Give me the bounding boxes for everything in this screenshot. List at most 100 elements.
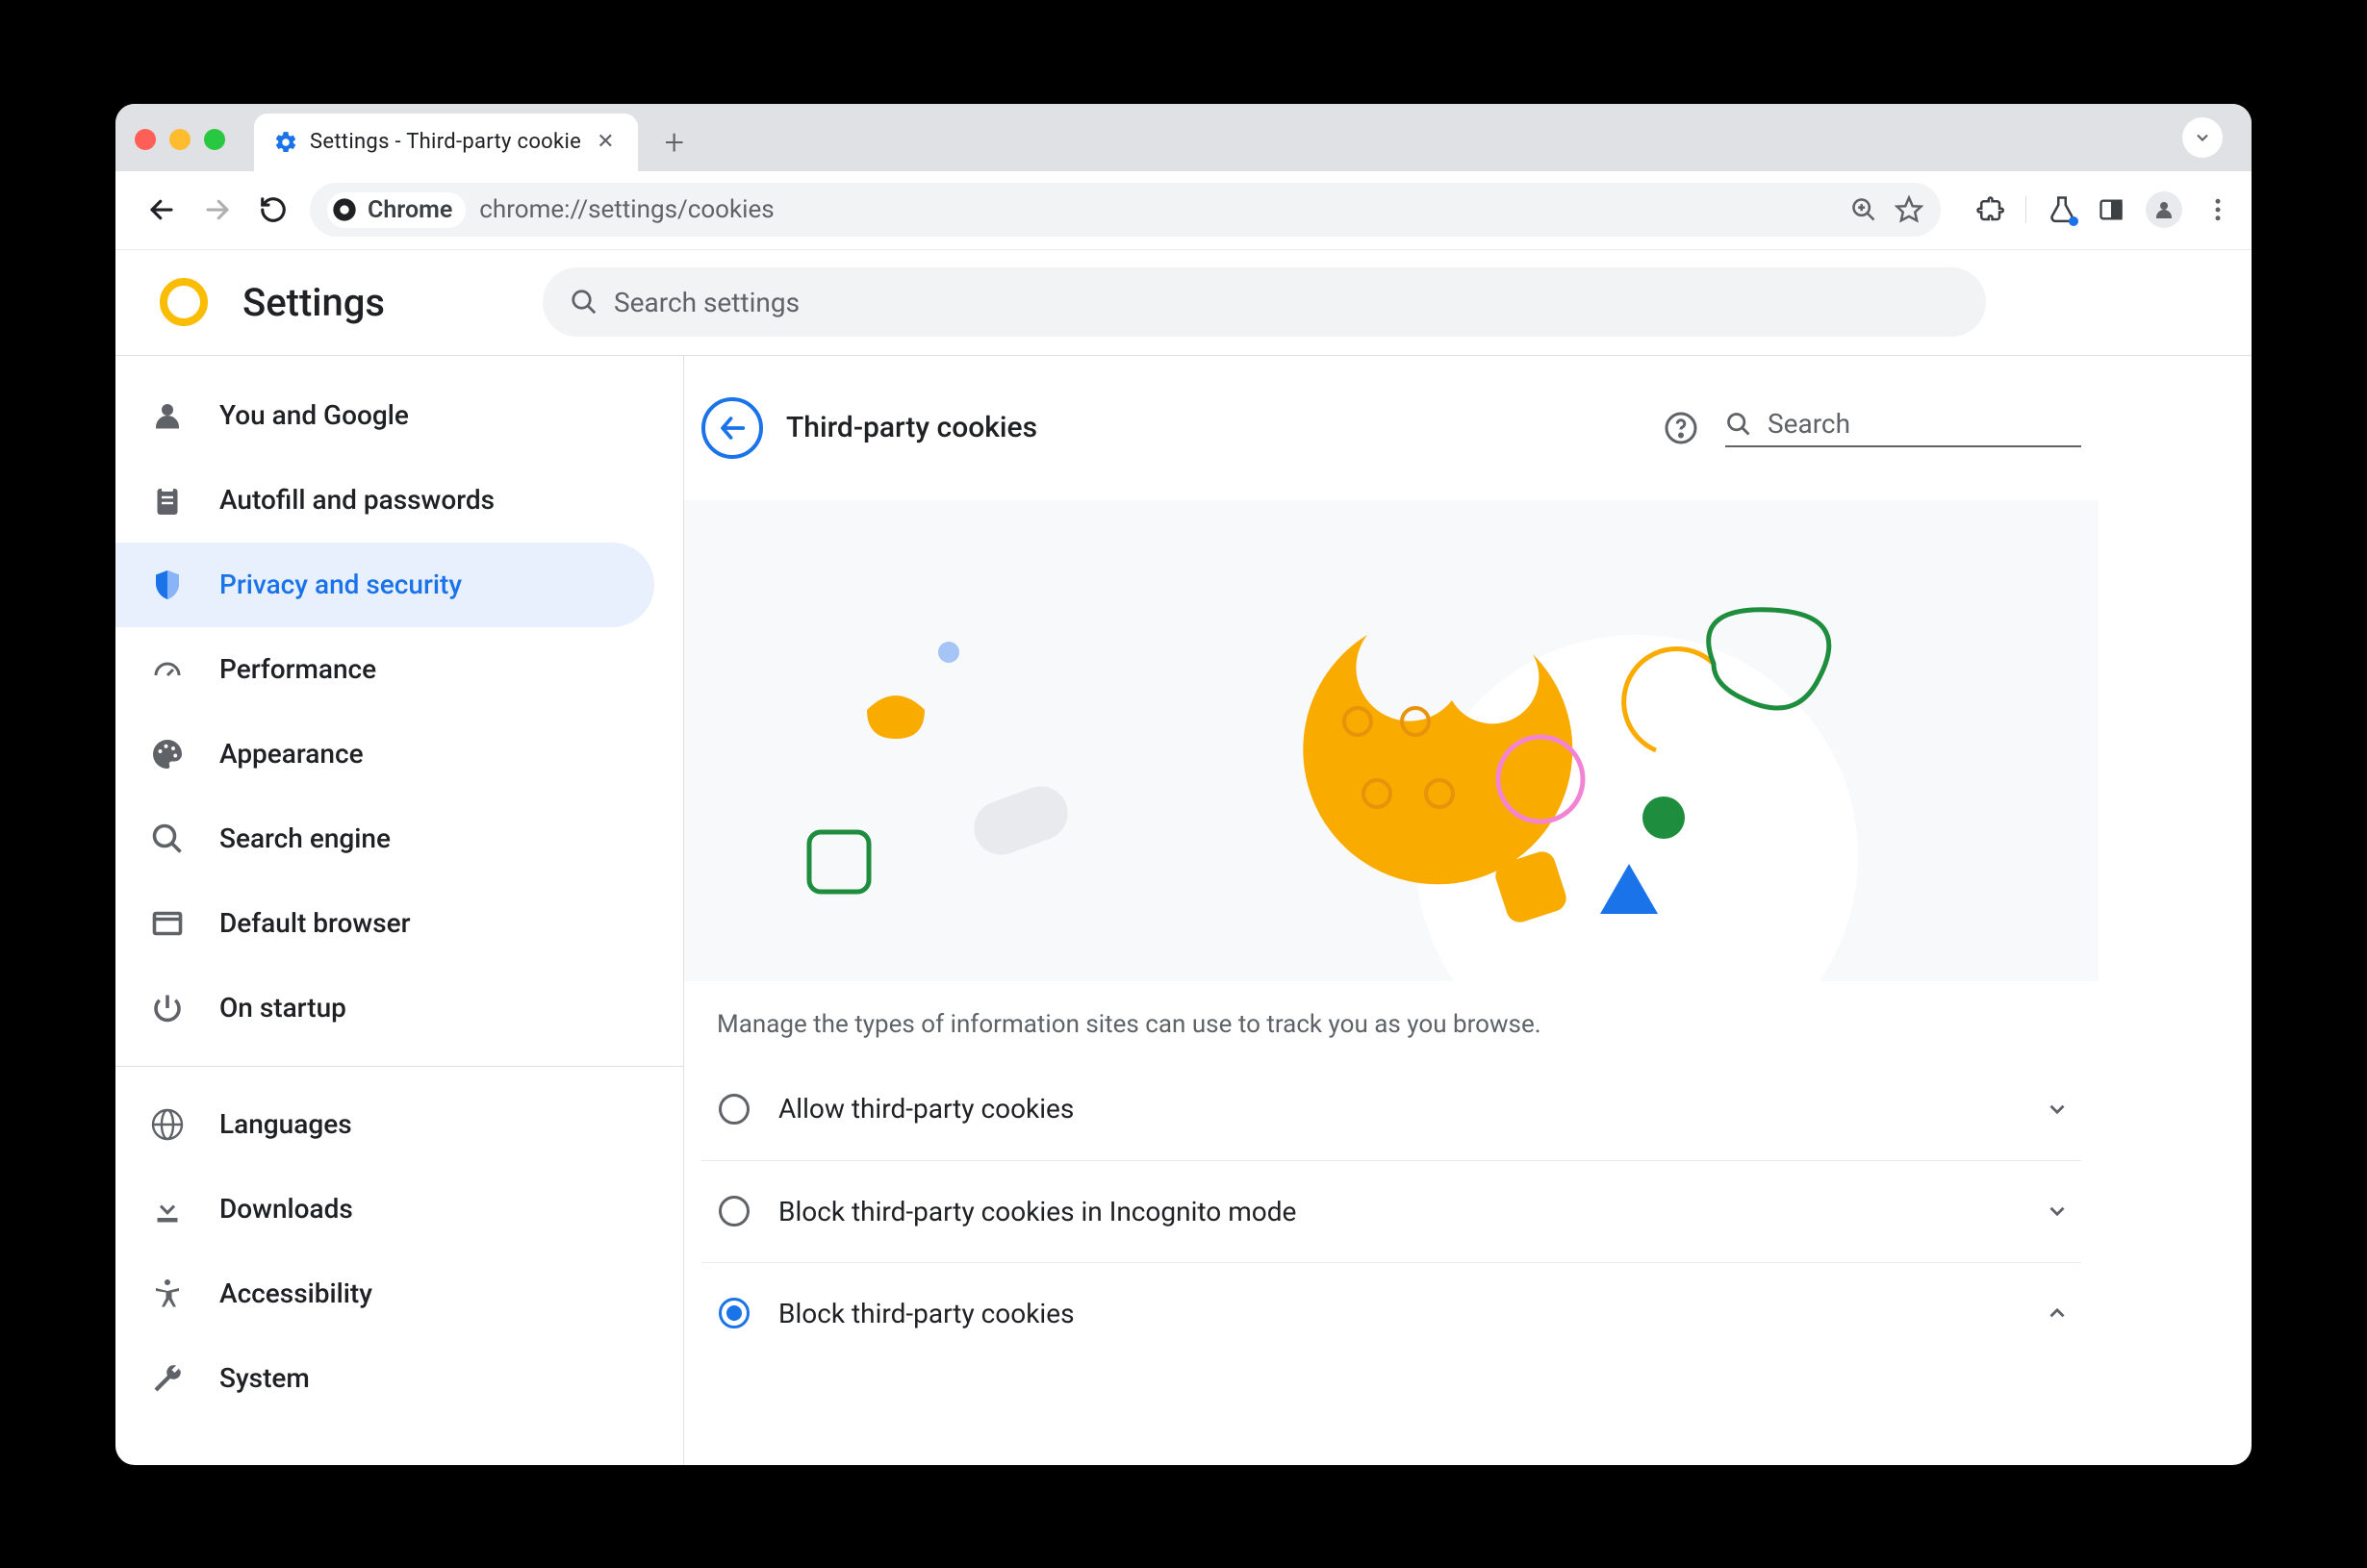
back-to-privacy-button[interactable] <box>701 397 763 459</box>
browser-icon <box>150 906 185 941</box>
sidebar-item-label: Appearance <box>219 738 364 770</box>
sidebar-item-search-engine[interactable]: Search engine <box>115 797 654 881</box>
toolbar-actions <box>1975 191 2232 228</box>
close-window-button[interactable] <box>135 129 156 150</box>
sidebar-item-you-and-google[interactable]: You and Google <box>115 373 654 458</box>
option-block-incognito[interactable]: Block third-party cookies in Incognito m… <box>701 1160 2081 1262</box>
browser-window: Settings - Third-party cookie ✕ + Chrome… <box>115 104 2252 1465</box>
tab-strip: Settings - Third-party cookie ✕ + <box>115 104 2252 171</box>
radio-icon <box>719 1094 750 1125</box>
cookie-options: Allow third-party cookies Block third-pa… <box>684 1058 2099 1364</box>
page-search-placeholder: Search <box>1768 408 1850 440</box>
expand-icon[interactable] <box>2045 1199 2070 1224</box>
page-header: Third-party cookies Search <box>684 356 2099 500</box>
page-title: Third-party cookies <box>786 411 1037 444</box>
sidebar-item-label: Autofill and passwords <box>219 484 495 516</box>
sidebar-item-downloads[interactable]: Downloads <box>115 1167 654 1252</box>
divider <box>115 1066 683 1067</box>
back-button[interactable] <box>142 190 181 229</box>
sidebar-item-label: Default browser <box>219 907 411 939</box>
settings-content: You and Google Autofill and passwords Pr… <box>115 356 2252 1465</box>
sidebar-item-label: Privacy and security <box>219 569 462 600</box>
gear-icon <box>273 130 298 155</box>
window-controls <box>135 129 225 150</box>
tab-search-button[interactable] <box>2182 117 2223 158</box>
search-icon <box>150 822 185 856</box>
forward-button[interactable] <box>198 190 237 229</box>
sidebar-item-label: Downloads <box>219 1193 353 1225</box>
hero-illustration <box>684 500 2099 981</box>
cookie-illustration <box>684 500 2099 981</box>
bookmark-star-icon[interactable] <box>1895 195 1923 224</box>
profile-avatar[interactable] <box>2146 191 2182 228</box>
extensions-icon[interactable] <box>1975 195 2004 224</box>
palette-icon <box>150 737 185 771</box>
minimize-window-button[interactable] <box>169 129 191 150</box>
search-icon <box>1725 411 1752 438</box>
arrow-left-icon <box>716 412 749 444</box>
shield-icon <box>150 568 185 602</box>
speedometer-icon <box>150 652 185 687</box>
browser-tab[interactable]: Settings - Third-party cookie ✕ <box>254 114 638 171</box>
settings-title: Settings <box>242 280 385 325</box>
search-icon <box>570 288 598 316</box>
sidebar-item-default-browser[interactable]: Default browser <box>115 881 654 966</box>
site-chip-label: Chrome <box>368 196 452 224</box>
close-tab-button[interactable]: ✕ <box>593 126 619 158</box>
radio-icon <box>719 1298 750 1328</box>
new-tab-button[interactable]: + <box>649 117 700 167</box>
collapse-icon[interactable] <box>2045 1301 2070 1326</box>
sidebar-item-languages[interactable]: Languages <box>115 1082 654 1167</box>
page-search[interactable]: Search <box>1725 408 2081 447</box>
option-allow-third-party[interactable]: Allow third-party cookies <box>701 1058 2081 1160</box>
divider <box>2025 196 2026 223</box>
option-label: Allow third-party cookies <box>778 1093 1074 1125</box>
kebab-menu-icon[interactable] <box>2203 195 2232 224</box>
chrome-settings-logo <box>160 278 208 326</box>
download-icon <box>150 1192 185 1227</box>
labs-icon[interactable] <box>2048 195 2076 224</box>
sidebar-item-system[interactable]: System <box>115 1336 654 1421</box>
sidebar-item-accessibility[interactable]: Accessibility <box>115 1252 654 1336</box>
sidebar-item-label: Languages <box>219 1108 352 1140</box>
url-text: chrome://settings/cookies <box>479 195 774 224</box>
help-icon[interactable] <box>1664 411 1698 445</box>
wrench-icon <box>150 1361 185 1396</box>
settings-search[interactable]: Search settings <box>543 267 1986 337</box>
page-description: Manage the types of information sites ca… <box>684 981 2099 1058</box>
chrome-icon <box>331 196 358 223</box>
sidebar-item-appearance[interactable]: Appearance <box>115 712 654 797</box>
sidebar-item-label: System <box>219 1362 310 1394</box>
expand-icon[interactable] <box>2045 1097 2070 1122</box>
globe-icon <box>150 1107 185 1142</box>
reload-button[interactable] <box>254 190 293 229</box>
sidebar-item-label: Search engine <box>219 822 391 854</box>
accessibility-icon <box>150 1277 185 1311</box>
power-icon <box>150 991 185 1025</box>
sidebar-item-label: On startup <box>219 992 346 1024</box>
person-icon <box>150 398 185 433</box>
option-label: Block third-party cookies in Incognito m… <box>778 1196 1296 1227</box>
address-bar[interactable]: Chrome chrome://settings/cookies <box>310 183 1941 237</box>
clipboard-icon <box>150 483 185 518</box>
settings-main: Third-party cookies Search <box>683 356 2252 1465</box>
fullscreen-window-button[interactable] <box>204 129 225 150</box>
cookies-panel: Third-party cookies Search <box>684 356 2099 1465</box>
sidebar-item-label: Accessibility <box>219 1277 372 1309</box>
radio-icon <box>719 1196 750 1227</box>
toolbar: Chrome chrome://settings/cookies <box>115 171 2252 250</box>
side-panel-icon[interactable] <box>2098 196 2125 223</box>
settings-sidebar: You and Google Autofill and passwords Pr… <box>115 356 683 1465</box>
settings-header: Settings Search settings <box>115 250 2252 356</box>
sidebar-item-privacy[interactable]: Privacy and security <box>115 543 654 627</box>
option-block-third-party[interactable]: Block third-party cookies <box>701 1262 2081 1364</box>
option-label: Block third-party cookies <box>778 1298 1075 1329</box>
site-chip[interactable]: Chrome <box>327 192 466 228</box>
settings-search-placeholder: Search settings <box>614 287 800 318</box>
sidebar-item-label: Performance <box>219 653 376 685</box>
sidebar-item-autofill[interactable]: Autofill and passwords <box>115 458 654 543</box>
tab-title: Settings - Third-party cookie <box>310 130 581 154</box>
sidebar-item-performance[interactable]: Performance <box>115 627 654 712</box>
zoom-icon[interactable] <box>1850 196 1877 223</box>
sidebar-item-on-startup[interactable]: On startup <box>115 966 654 1050</box>
